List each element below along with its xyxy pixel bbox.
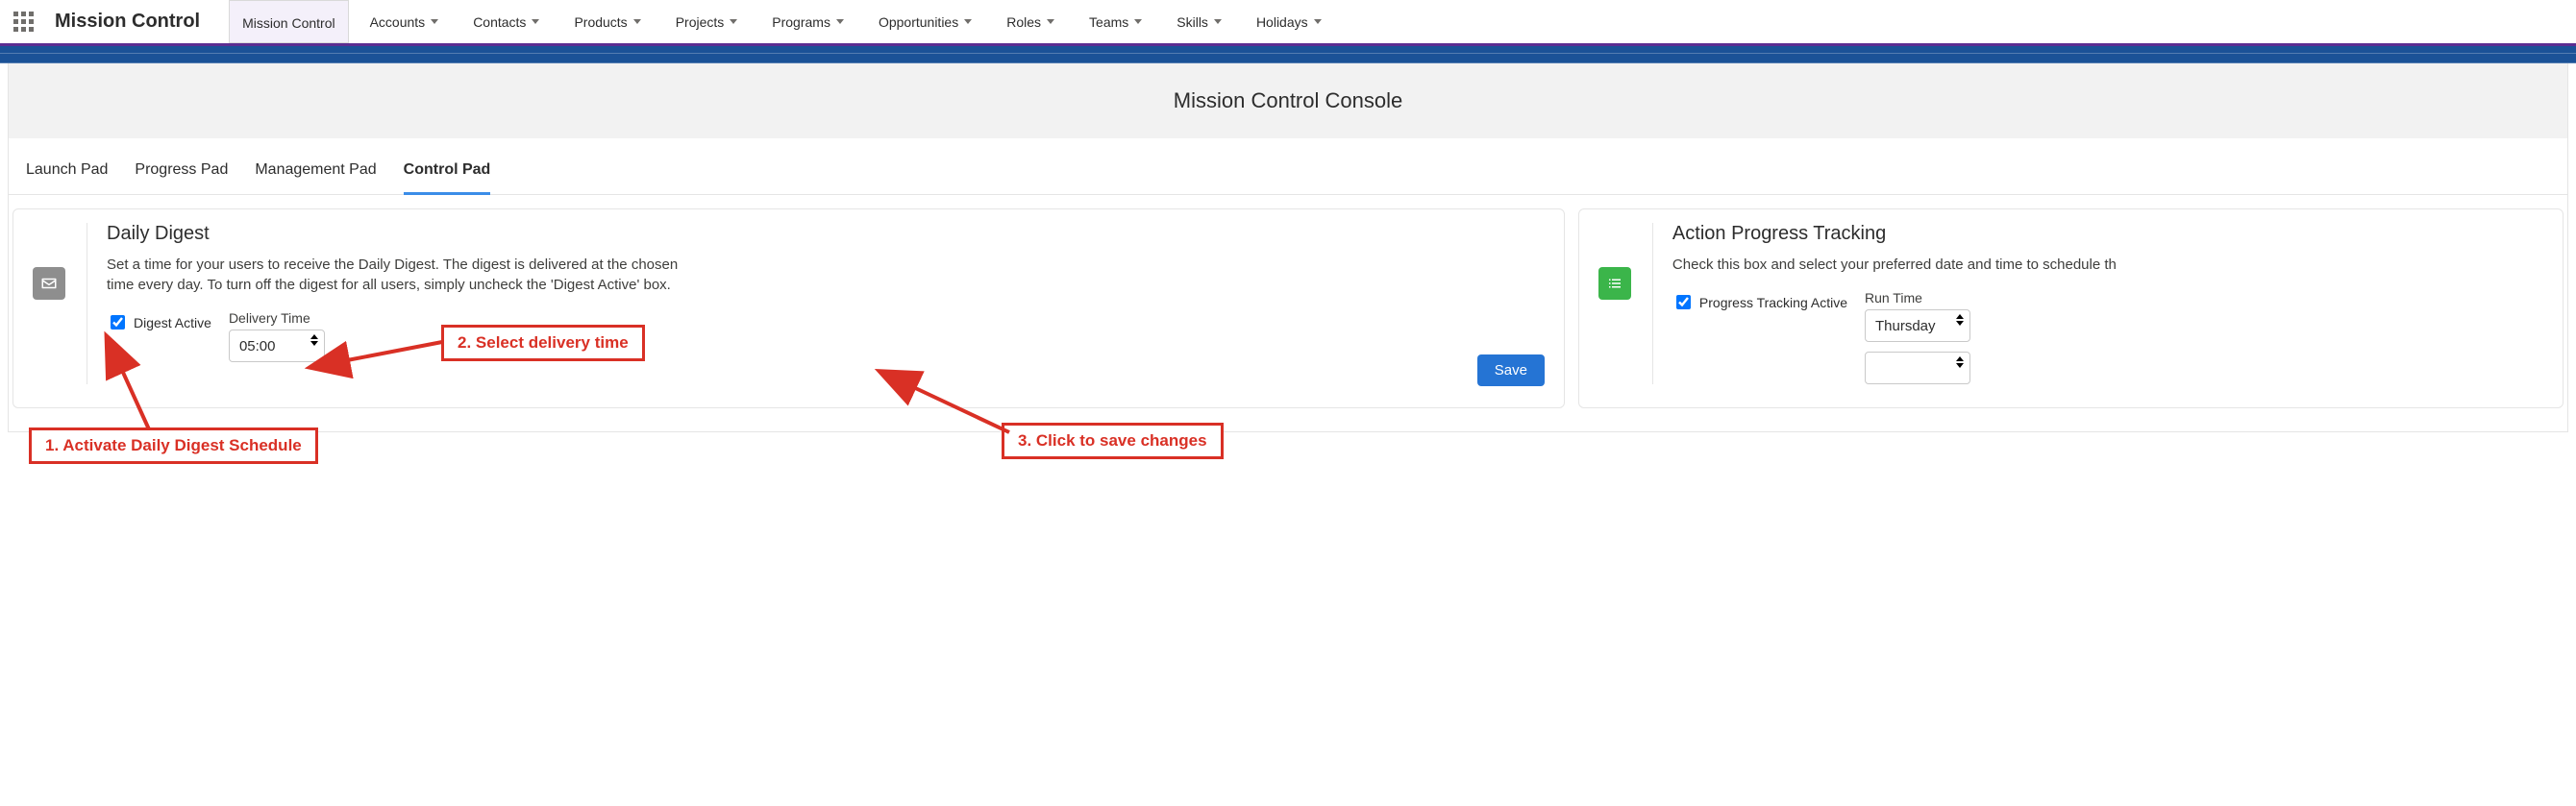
chevron-down-icon [730,19,737,24]
stepper-icon[interactable] [310,334,318,346]
nav-item-products[interactable]: Products [560,0,654,45]
nav-label: Mission Control [242,15,334,31]
global-nav: Mission Control Mission Control Accounts… [0,0,2576,46]
chevron-down-icon [1134,19,1142,24]
tab-control-pad[interactable]: Control Pad [404,161,491,195]
run-time-hour-picker[interactable] [1865,352,1970,384]
daily-digest-body: Daily Digest Set a time for your users t… [87,223,1545,384]
save-button[interactable]: Save [1477,354,1545,386]
run-time-day-value: Thursday [1875,318,1936,334]
mail-icon [33,267,65,300]
progress-tracking-title: Action Progress Tracking [1672,223,2543,245]
tab-launch-pad[interactable]: Launch Pad [26,161,108,194]
nav-label: Opportunities [879,14,958,30]
progress-active-label: Progress Tracking Active [1699,295,1847,310]
nav-label: Skills [1177,14,1208,30]
console-title: Mission Control Console [8,63,2568,138]
stepper-icon[interactable] [1956,314,1964,326]
stepper-icon[interactable] [1956,356,1964,368]
progress-tracking-card: Action Progress Tracking Check this box … [1578,208,2564,408]
daily-digest-title: Daily Digest [107,223,1545,245]
nav-label: Products [574,14,627,30]
nav-item-skills[interactable]: Skills [1163,0,1235,45]
pad-tabs: Launch Pad Progress Pad Management Pad C… [9,138,2567,195]
digest-active-label: Digest Active [134,315,211,330]
daily-digest-description: Set a time for your users to receive the… [107,255,703,295]
nav-item-mission-control[interactable]: Mission Control [229,0,348,43]
daily-digest-card: Daily Digest Set a time for your users t… [12,208,1565,408]
nav-label: Programs [772,14,830,30]
chevron-down-icon [964,19,972,24]
nav-item-accounts[interactable]: Accounts [357,0,453,45]
digest-active-wrapper[interactable]: Digest Active [107,312,211,332]
app-launcher-icon[interactable] [13,12,34,32]
page-root: Mission Control Mission Control Accounts… [0,0,2576,432]
decorative-band [0,46,2576,63]
app-title: Mission Control [55,11,200,33]
progress-active-checkbox[interactable] [1676,295,1691,309]
chevron-down-icon [431,19,438,24]
chevron-down-icon [532,19,539,24]
nav-label: Accounts [370,14,426,30]
nav-item-holidays[interactable]: Holidays [1243,0,1335,45]
chevron-down-icon [633,19,641,24]
chevron-down-icon [836,19,844,24]
chevron-down-icon [1314,19,1322,24]
progress-icon [1598,267,1631,300]
delivery-time-value: 05:00 [239,338,276,354]
nav-item-contacts[interactable]: Contacts [459,0,553,45]
digest-active-checkbox[interactable] [111,315,125,330]
delivery-time-field: Delivery Time 05:00 [229,310,325,362]
nav-item-programs[interactable]: Programs [758,0,857,45]
nav-label: Projects [676,14,725,30]
tab-progress-pad[interactable]: Progress Pad [135,161,228,194]
nav-label: Contacts [473,14,526,30]
nav-item-roles[interactable]: Roles [993,0,1068,45]
chevron-down-icon [1214,19,1222,24]
progress-tracking-body: Action Progress Tracking Check this box … [1652,223,2543,384]
run-time-field: Run Time Thursday [1865,290,1970,384]
nav-label: Teams [1089,14,1128,30]
nav-item-projects[interactable]: Projects [662,0,752,45]
chevron-down-icon [1047,19,1054,24]
run-time-day-picker[interactable]: Thursday [1865,309,1970,342]
delivery-time-label: Delivery Time [229,310,325,326]
progress-tracking-description: Check this box and select your preferred… [1672,255,2543,275]
progress-active-wrapper[interactable]: Progress Tracking Active [1672,292,1847,312]
daily-digest-form: Digest Active Delivery Time 05:00 [107,310,1545,362]
run-time-label: Run Time [1865,290,1970,305]
progress-tracking-form: Progress Tracking Active Run Time Thursd… [1672,290,2543,384]
nav-label: Holidays [1256,14,1308,30]
tab-management-pad[interactable]: Management Pad [255,161,376,194]
card-row: Daily Digest Set a time for your users t… [9,195,2567,431]
delivery-time-picker[interactable]: 05:00 [229,330,325,362]
annotation-1: 1. Activate Daily Digest Schedule [29,427,318,464]
page-shell: Mission Control Console Launch Pad Progr… [0,63,2576,432]
nav-item-opportunities[interactable]: Opportunities [865,0,985,45]
nav-label: Roles [1006,14,1041,30]
nav-item-teams[interactable]: Teams [1076,0,1155,45]
console-body: Launch Pad Progress Pad Management Pad C… [8,138,2568,432]
